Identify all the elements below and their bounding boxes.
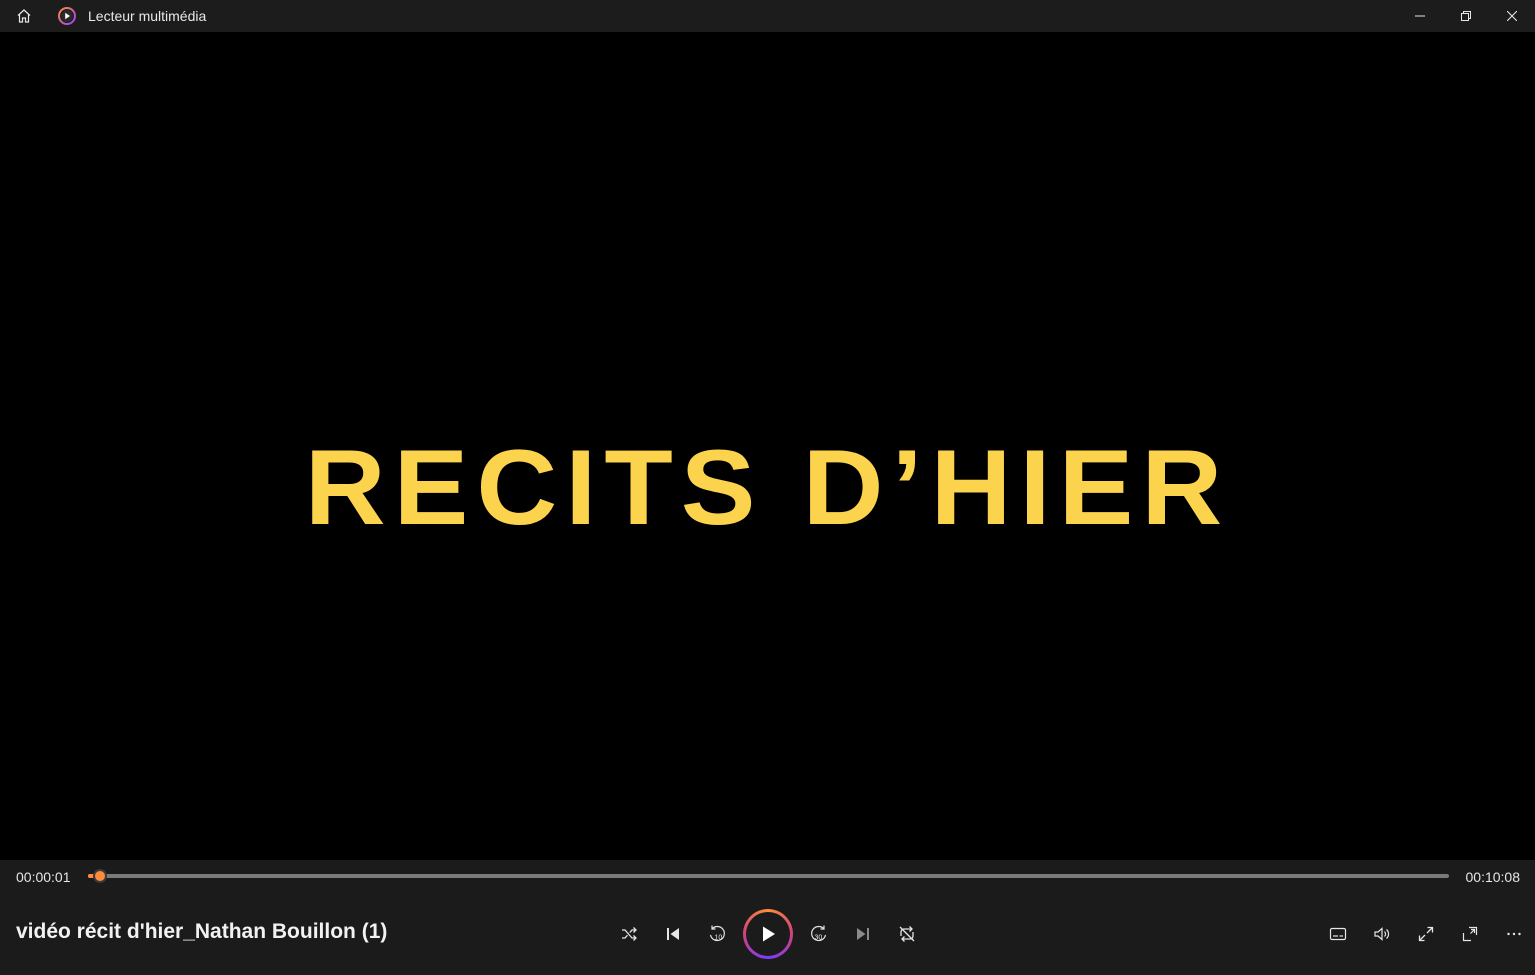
duration: 00:10:08 (1465, 869, 1521, 885)
media-title: vidéo récit d'hier_Nathan Bouillon (1) (16, 920, 388, 943)
restore-button[interactable] (1443, 0, 1489, 32)
fullscreen-button[interactable] (1408, 916, 1444, 952)
previous-icon (664, 925, 682, 943)
home-button[interactable] (0, 0, 48, 32)
app-title: Lecteur multimédia (88, 8, 207, 24)
minimize-icon (1415, 11, 1425, 21)
close-icon (1507, 11, 1517, 21)
seek-bar[interactable] (88, 869, 1449, 883)
play-button-face (746, 912, 790, 956)
skip-back-button[interactable]: 10 (699, 916, 735, 952)
skip-forward-label: 30 (815, 935, 823, 942)
repeat-button[interactable] (889, 916, 925, 952)
video-surface[interactable]: RECITS D’HIER (0, 32, 1535, 860)
home-icon (16, 8, 32, 24)
skip-back-icon: 10 (707, 924, 727, 944)
media-player-icon (58, 7, 76, 25)
skip-forward-button[interactable]: 30 (801, 916, 837, 952)
next-icon (854, 925, 872, 943)
subtitles-button[interactable] (1320, 916, 1356, 952)
previous-button[interactable] (655, 916, 691, 952)
skip-forward-icon: 30 (809, 924, 829, 944)
play-button[interactable] (743, 909, 793, 959)
mini-player-icon (1461, 925, 1479, 943)
more-icon (1505, 925, 1523, 943)
subtitles-icon (1329, 925, 1347, 943)
shuffle-icon (620, 925, 638, 943)
repeat-off-icon (897, 924, 917, 944)
video-frame-text: RECITS D’HIER (304, 428, 1231, 547)
shuffle-button[interactable] (611, 916, 647, 952)
minimize-button[interactable] (1397, 0, 1443, 32)
fullscreen-icon (1417, 925, 1435, 943)
window-controls (1397, 0, 1535, 32)
current-time: 00:00:01 (16, 869, 71, 885)
more-button[interactable] (1496, 916, 1532, 952)
play-icon (758, 924, 778, 944)
close-button[interactable] (1489, 0, 1535, 32)
title-bar: Lecteur multimédia (0, 0, 1535, 32)
volume-icon (1373, 925, 1391, 943)
skip-back-label: 10 (715, 935, 723, 942)
seek-thumb[interactable] (93, 869, 107, 883)
next-button[interactable] (845, 916, 881, 952)
restore-icon (1461, 11, 1471, 21)
volume-button[interactable] (1364, 916, 1400, 952)
mini-player-button[interactable] (1452, 916, 1488, 952)
transport-controls: 00:00:01 00:10:08 vidéo récit d'hier_Nat… (0, 860, 1535, 975)
